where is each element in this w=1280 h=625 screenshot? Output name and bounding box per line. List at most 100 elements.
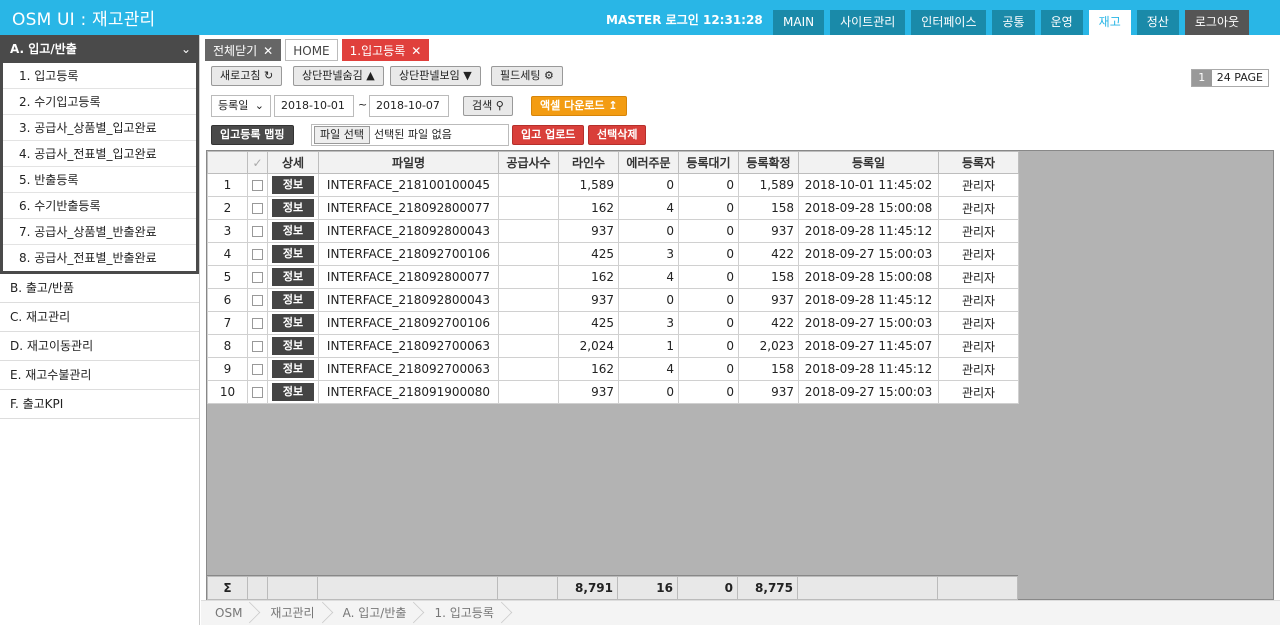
breadcrumb-item[interactable]: 재고관리	[256, 601, 328, 625]
sidebar-item-supplier-slip-return[interactable]: 8. 공급사_전표별_반출완료	[3, 245, 196, 271]
table-row[interactable]: 1 정보 INTERFACE_218100100045 1,589 0 0 1,589 201…	[207, 173, 1019, 197]
table-row[interactable]: 8 정보 INTERFACE_218092700063 2,024 1 0 2,023 201…	[207, 334, 1019, 358]
nav-operation[interactable]: 운영	[1040, 10, 1083, 35]
sidebar-group-b[interactable]: B. 출고/반품	[0, 274, 199, 303]
file-select-button[interactable]: 파일 선택	[314, 126, 370, 144]
checkbox-icon[interactable]	[252, 341, 263, 352]
row-checkbox[interactable]	[247, 196, 268, 220]
inbound-mapping-button[interactable]: 입고등록 맵핑	[211, 125, 294, 145]
sidebar-group-f[interactable]: F. 출고KPI	[0, 390, 199, 419]
main-content: 전체닫기 ✕ HOME 1.입고등록 ✕ 새로고침 ↻ 상단판넬숨김 ▲ 상단판넬보…	[201, 35, 1280, 625]
tab-inbound-register[interactable]: 1.입고등록 ✕	[341, 39, 430, 61]
sidebar-item-return-register[interactable]: 5. 반출등록	[3, 167, 196, 193]
checkbox-icon[interactable]	[252, 203, 263, 214]
table-row[interactable]: 7 정보 INTERFACE_218092700106 425 3 0 422 2018-09…	[207, 311, 1019, 335]
field-settings-button[interactable]: 필드세팅 ⚙	[491, 66, 563, 86]
inbound-upload-button[interactable]: 입고 업로드	[512, 125, 585, 145]
info-button[interactable]: 정보	[272, 222, 314, 240]
tab-home[interactable]: HOME	[285, 39, 338, 61]
nav-site-admin[interactable]: 사이트관리	[830, 10, 906, 35]
grid-table: ✓ 상세 파일명 공급사수 라인수 에러주문 등록대기 등록확정 등록일 등록자…	[207, 151, 1019, 404]
sidebar-item-inbound-register[interactable]: 1. 입고등록	[3, 63, 196, 89]
checkbox-icon[interactable]	[252, 272, 263, 283]
delete-selected-button[interactable]: 선택삭제	[588, 125, 647, 145]
row-checkbox[interactable]	[247, 219, 268, 243]
logout-button[interactable]: 로그아웃	[1184, 10, 1250, 35]
filename-cell: INTERFACE_218100100045	[318, 173, 499, 197]
checkbox-icon[interactable]	[252, 249, 263, 260]
col-header-pending[interactable]: 등록대기	[678, 151, 739, 174]
row-checkbox[interactable]	[247, 357, 268, 381]
checkbox-icon[interactable]	[252, 226, 263, 237]
breadcrumb-item[interactable]: A. 입고/반출	[329, 601, 421, 625]
col-header-reg-date[interactable]: 등록일	[798, 151, 939, 174]
col-header-filename[interactable]: 파일명	[318, 151, 499, 174]
info-button[interactable]: 정보	[272, 199, 314, 217]
date-type-select[interactable]: 등록일 ⌄	[211, 95, 271, 117]
sidebar-group-e[interactable]: E. 재고수불관리	[0, 361, 199, 390]
table-row[interactable]: 2 정보 INTERFACE_218092800077 162 4 0 158 2018-09…	[207, 196, 1019, 220]
table-row[interactable]: 4 정보 INTERFACE_218092700106 425 3 0 422 2018-09…	[207, 242, 1019, 266]
info-button[interactable]: 정보	[272, 383, 314, 401]
show-panel-button[interactable]: 상단판넬보임 ▼	[390, 66, 481, 86]
sidebar-group-c[interactable]: C. 재고관리	[0, 303, 199, 332]
table-row[interactable]: 5 정보 INTERFACE_218092800077 162 4 0 158 2018-09…	[207, 265, 1019, 289]
sidebar-item-manual-inbound[interactable]: 2. 수기입고등록	[3, 89, 196, 115]
close-icon[interactable]: ✕	[411, 44, 421, 58]
table-row[interactable]: 10 정보 INTERFACE_218091900080 937 0 0 937 2018-0…	[207, 380, 1019, 404]
search-button[interactable]: 검색 ⚲	[463, 96, 513, 116]
nav-main[interactable]: MAIN	[773, 10, 825, 35]
nav-inventory[interactable]: 재고	[1088, 10, 1131, 35]
nav-interface[interactable]: 인터페이스	[911, 10, 987, 35]
row-checkbox[interactable]	[247, 242, 268, 266]
col-header-error-orders[interactable]: 에러주문	[618, 151, 679, 174]
date-from-input[interactable]: 2018-10-01	[274, 95, 354, 117]
sidebar-group-d[interactable]: D. 재고이동관리	[0, 332, 199, 361]
col-header-confirmed[interactable]: 등록확정	[738, 151, 799, 174]
table-row[interactable]: 3 정보 INTERFACE_218092800043 937 0 0 937 2018-09…	[207, 219, 1019, 243]
refresh-button[interactable]: 새로고침 ↻	[211, 66, 283, 86]
table-row[interactable]: 6 정보 INTERFACE_218092800043 937 0 0 937 2018-09…	[207, 288, 1019, 312]
breadcrumb-item[interactable]: OSM	[201, 601, 256, 625]
info-button[interactable]: 정보	[272, 291, 314, 309]
row-checkbox[interactable]	[247, 311, 268, 335]
info-button[interactable]: 정보	[272, 314, 314, 332]
col-header-supplier-count[interactable]: 공급사수	[498, 151, 559, 174]
info-button[interactable]: 정보	[272, 337, 314, 355]
nav-settlement[interactable]: 정산	[1136, 10, 1179, 35]
sidebar-item-supplier-product-return[interactable]: 7. 공급사_상품별_반출완료	[3, 219, 196, 245]
checkbox-icon[interactable]	[252, 387, 263, 398]
row-checkbox[interactable]	[247, 288, 268, 312]
info-button[interactable]: 정보	[272, 268, 314, 286]
check-icon[interactable]: ✓	[247, 151, 268, 174]
info-button[interactable]: 정보	[272, 245, 314, 263]
nav-common[interactable]: 공통	[992, 10, 1035, 35]
sidebar-group-a[interactable]: A. 입고/반출 ⌄	[0, 35, 199, 63]
file-input[interactable]: 파일 선택 선택된 파일 없음	[311, 124, 509, 146]
info-button[interactable]: 정보	[272, 360, 314, 378]
sidebar-item-supplier-product-inbound[interactable]: 3. 공급사_상품별_입고완료	[3, 115, 196, 141]
checkbox-icon[interactable]	[252, 180, 263, 191]
checkbox-icon[interactable]	[252, 318, 263, 329]
hide-panel-button[interactable]: 상단판넬숨김 ▲	[293, 66, 384, 86]
row-checkbox[interactable]	[247, 380, 268, 404]
row-checkbox[interactable]	[247, 265, 268, 289]
page-number[interactable]: 1	[1191, 70, 1212, 86]
row-checkbox[interactable]	[247, 173, 268, 197]
breadcrumb-item[interactable]: 1. 입고등록	[420, 601, 507, 625]
tab-close-all[interactable]: 전체닫기 ✕	[205, 39, 282, 61]
chevron-down-icon[interactable]: ⌄	[181, 35, 191, 63]
info-button[interactable]: 정보	[272, 176, 314, 194]
sidebar-item-manual-return[interactable]: 6. 수기반출등록	[3, 193, 196, 219]
row-checkbox[interactable]	[247, 334, 268, 358]
close-icon[interactable]: ✕	[263, 44, 273, 58]
col-header-registrant[interactable]: 등록자	[938, 151, 1019, 174]
checkbox-icon[interactable]	[252, 295, 263, 306]
checkbox-icon[interactable]	[252, 364, 263, 375]
excel-download-button[interactable]: 액셀 다운로드 ↥	[531, 96, 627, 116]
date-to-input[interactable]: 2018-10-07	[369, 95, 449, 117]
table-row[interactable]: 9 정보 INTERFACE_218092700063 162 4 0 158 2018-09…	[207, 357, 1019, 381]
col-header-lines[interactable]: 라인수	[558, 151, 619, 174]
sidebar-item-supplier-slip-inbound[interactable]: 4. 공급사_전표별_입고완료	[3, 141, 196, 167]
col-header-detail[interactable]: 상세	[267, 151, 319, 174]
